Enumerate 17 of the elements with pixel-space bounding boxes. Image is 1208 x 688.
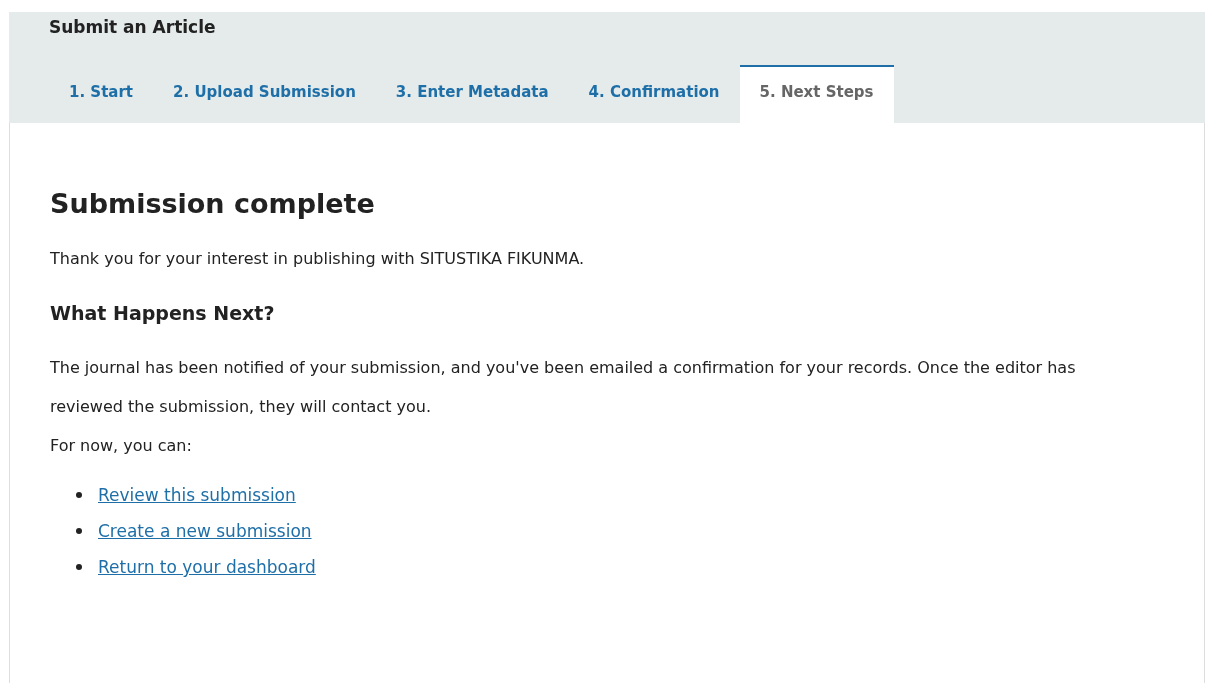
step-tab[interactable]: 1. Start <box>49 65 154 123</box>
thanks-text: Thank you for your interest in publishing with SITUSTIKA FIKUNMA. <box>50 249 586 268</box>
step-tab[interactable]: 4. Confirmation <box>568 65 740 123</box>
step-tab[interactable]: 5. Next Steps <box>739 65 894 123</box>
bullet-icon <box>76 528 82 534</box>
bullet-icon <box>76 564 82 570</box>
link[interactable]: Review this submission <box>98 485 296 505</box>
subheading: What Happens Next? <box>50 302 276 324</box>
heading: Submission complete <box>50 188 376 219</box>
link[interactable]: Return to your dashboard <box>98 557 316 577</box>
step-tab[interactable]: 3. Enter Metadata <box>375 65 569 123</box>
paragraph: The journal has been notified of your submission, and you've been emailed a confirmation for your records. Once the editor has reviewed the submission, they will contact you. <box>50 357 1077 418</box>
bullet-icon <box>76 492 82 498</box>
lead-text: For now, you can: <box>50 436 193 455</box>
link[interactable]: Create a new submission <box>98 521 312 541</box>
step-tab[interactable]: 2. Upload Submission <box>153 65 376 123</box>
page-title: Submit an Article <box>49 16 217 39</box>
